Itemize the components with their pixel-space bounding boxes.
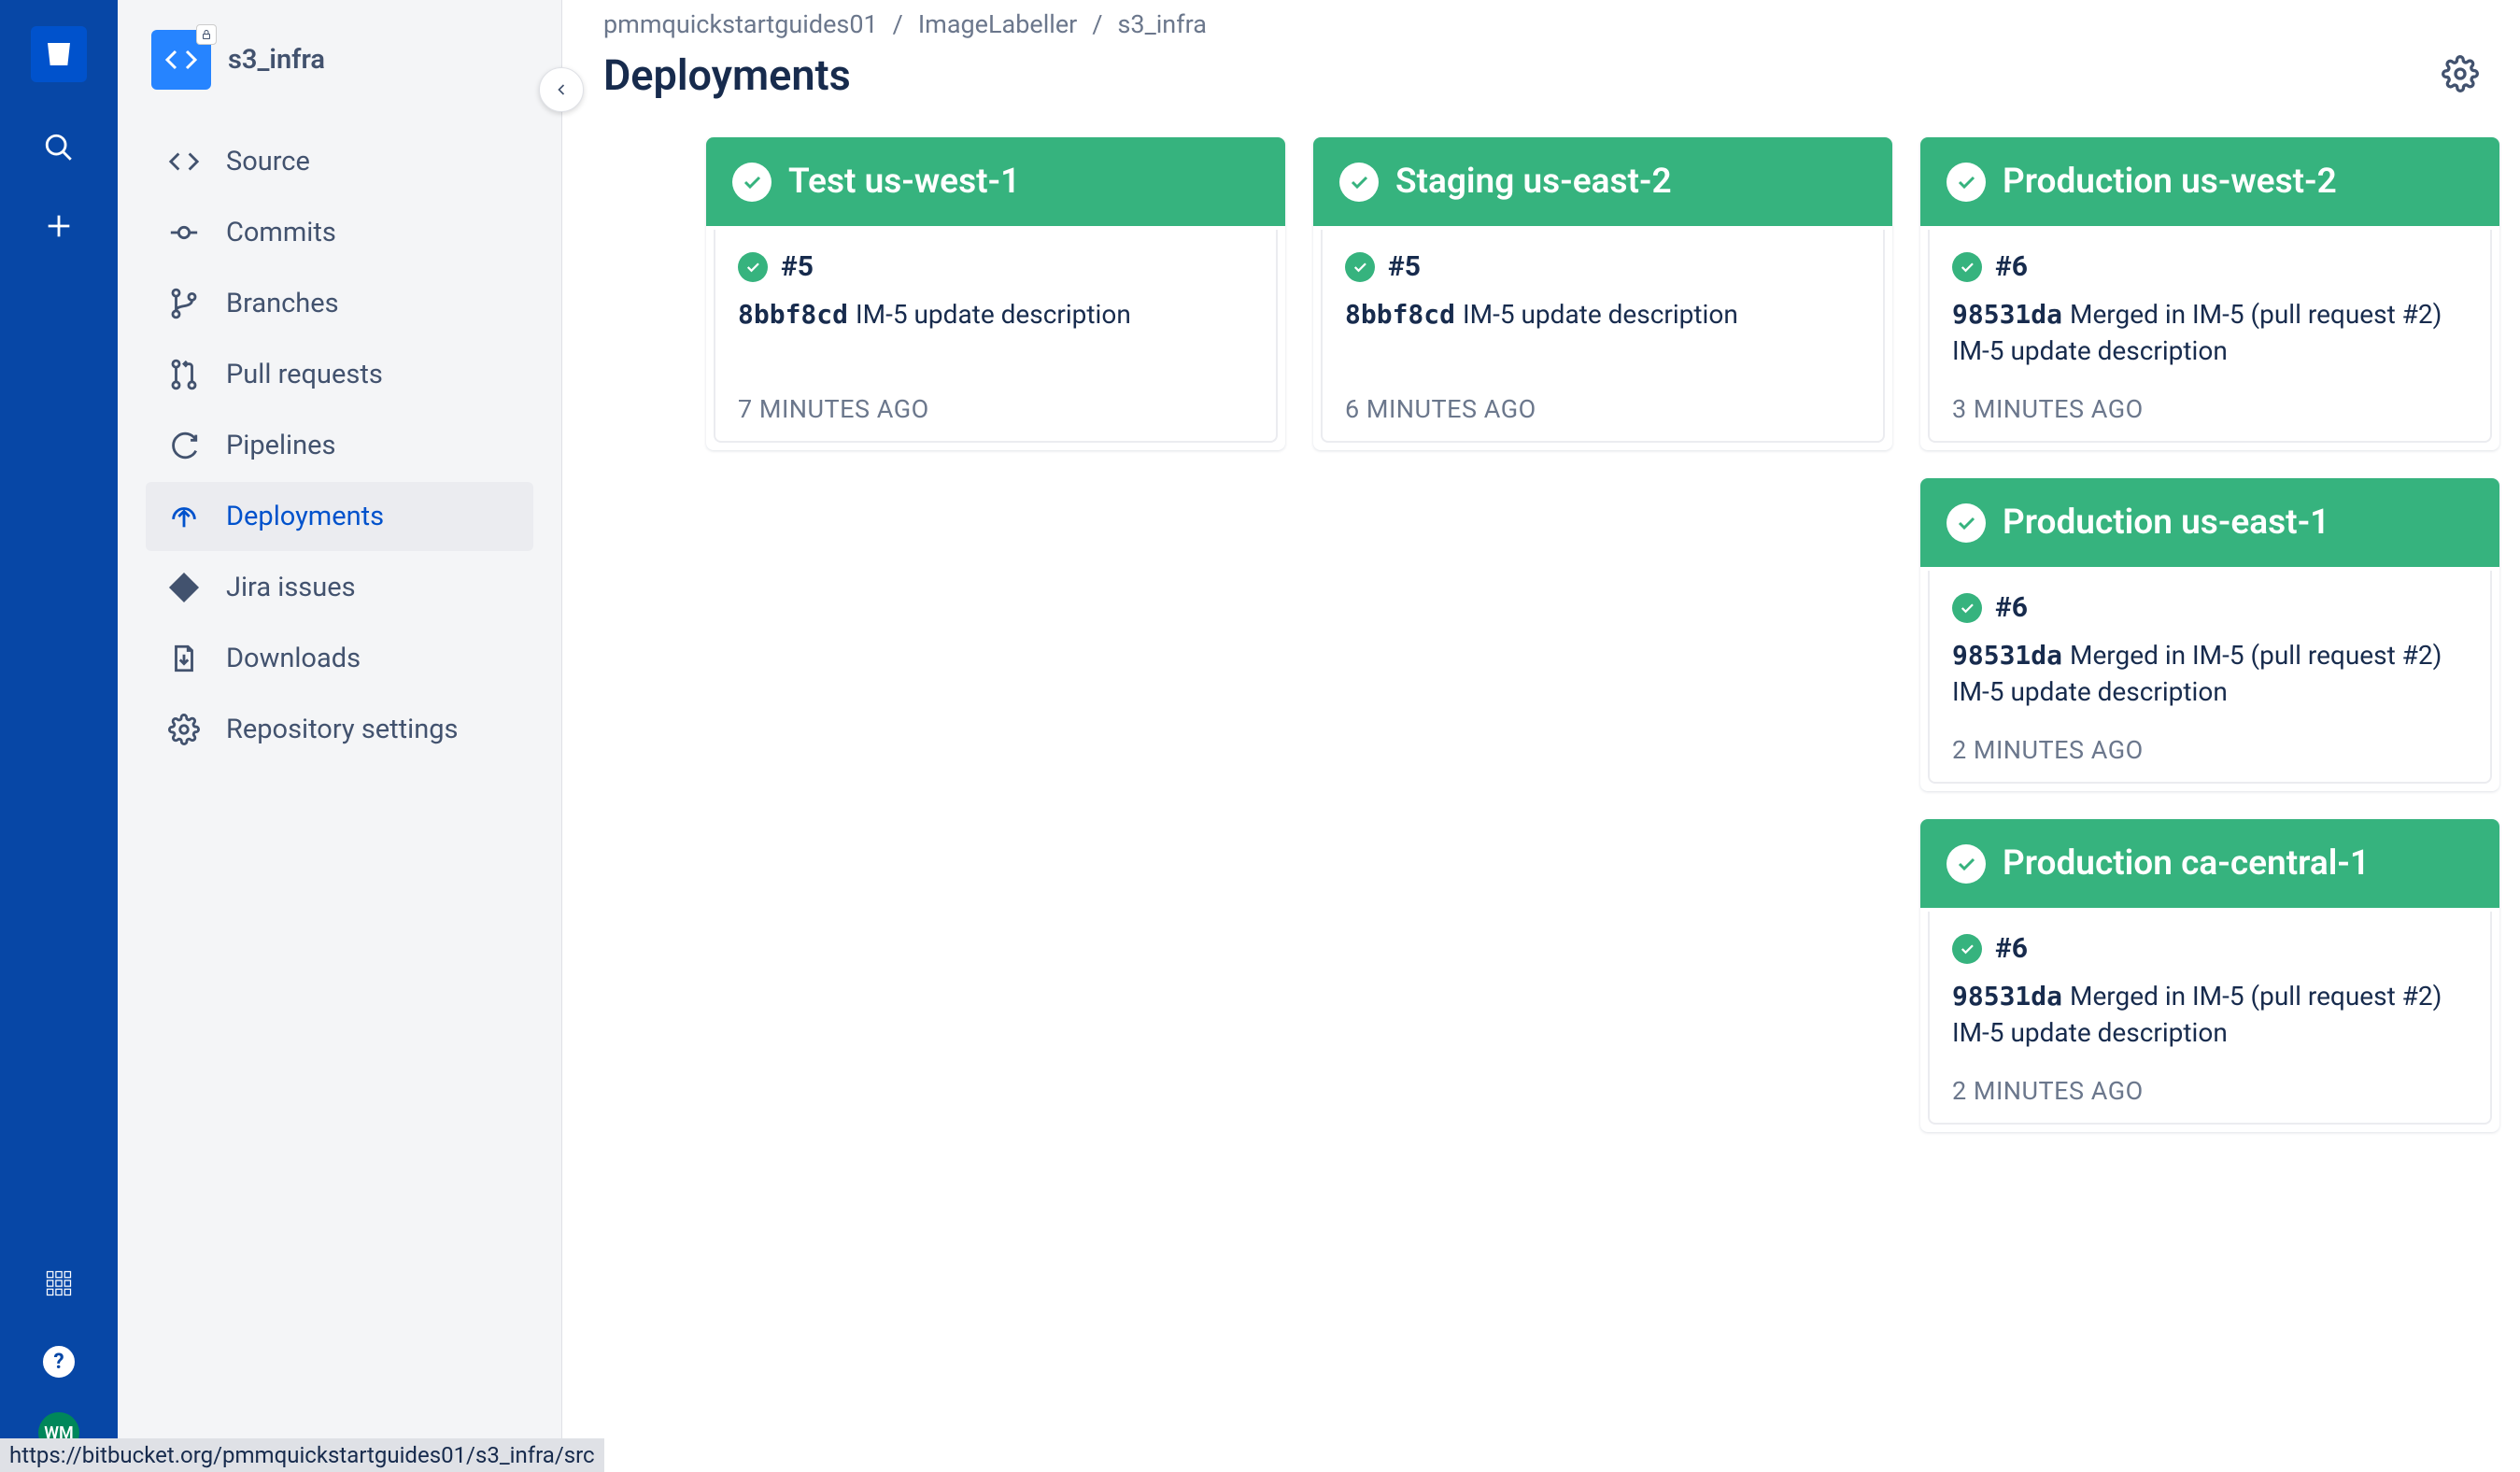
environment-name: Production us-west-2 bbox=[2003, 162, 2337, 202]
check-icon bbox=[1339, 163, 1379, 202]
deployment-body: #5 8bbf8cdIM-5 update description 7 MINUTE… bbox=[714, 230, 1278, 443]
global-nav: ? WM bbox=[0, 0, 118, 1472]
commit-message: 98531daMerged in IM-5 (pull request #2) … bbox=[1952, 296, 2468, 369]
commit-hash: 98531da bbox=[1952, 299, 2062, 330]
check-icon bbox=[1345, 252, 1375, 282]
check-icon bbox=[732, 163, 772, 202]
status-bar: https://bitbucket.org/pmmquickstartguide… bbox=[0, 1438, 604, 1472]
help-icon[interactable]: ? bbox=[31, 1334, 87, 1390]
repo-name: s3_infra bbox=[228, 44, 325, 76]
sidebar-item-pull-requests[interactable]: Pull requests bbox=[146, 340, 533, 409]
sidebar-item-label: Branches bbox=[226, 288, 339, 319]
breadcrumb-separator: / bbox=[1092, 9, 1102, 39]
deployment-number: #6 bbox=[1995, 250, 2028, 283]
environment-name: Staging us-east-2 bbox=[1395, 162, 1672, 202]
deployment-time: 2 MINUTES AGO bbox=[1952, 735, 2468, 782]
sidebar-item-commits[interactable]: Commits bbox=[146, 198, 533, 267]
deployment-number: #5 bbox=[1388, 250, 1421, 283]
environment-column: Production us-west-2 #6 98531daMerged in I… bbox=[1920, 137, 2499, 1132]
deployment-time: 3 MINUTES AGO bbox=[1952, 394, 2468, 441]
breadcrumb-item[interactable]: pmmquickstartguides01 bbox=[603, 9, 878, 39]
settings-button[interactable] bbox=[2442, 55, 2479, 96]
commit-hash: 8bbf8cd bbox=[1345, 299, 1455, 330]
sidebar-item-repository-settings[interactable]: Repository settings bbox=[146, 695, 533, 764]
deployment-time: 2 MINUTES AGO bbox=[1952, 1076, 2468, 1123]
commit-message: 98531daMerged in IM-5 (pull request #2) … bbox=[1952, 637, 2468, 710]
environment-column: Staging us-east-2 #5 8bbf8cdIM-5 update de… bbox=[1313, 137, 1892, 450]
environment-header: Test us-west-1 bbox=[706, 137, 1285, 226]
deployment-time: 7 MINUTES AGO bbox=[738, 394, 1253, 441]
deployment-time: 6 MINUTES AGO bbox=[1345, 394, 1861, 441]
check-icon bbox=[1947, 503, 1986, 543]
commit-hash: 98531da bbox=[1952, 981, 2062, 1012]
lock-icon bbox=[196, 24, 217, 45]
sidebar-item-source[interactable]: Source bbox=[146, 127, 533, 196]
commit-message: 8bbf8cdIM-5 update description bbox=[1345, 296, 1861, 333]
sidebar-item-pipelines[interactable]: Pipelines bbox=[146, 411, 533, 480]
breadcrumb-item[interactable]: s3_infra bbox=[1117, 9, 1206, 39]
sidebar-item-jira-issues[interactable]: Jira issues bbox=[146, 553, 533, 622]
environment-card[interactable]: Production us-west-2 #6 98531daMerged in I… bbox=[1920, 137, 2499, 450]
page-title: Deployments bbox=[603, 50, 851, 100]
svg-text:?: ? bbox=[53, 1349, 64, 1374]
environment-card[interactable]: Production us-east-1 #6 98531daMerged in I… bbox=[1920, 478, 2499, 791]
environment-name: Production ca-central-1 bbox=[2003, 843, 2370, 884]
deployment-body: #6 98531daMerged in IM-5 (pull request #2… bbox=[1928, 230, 2492, 443]
commit-message: 98531daMerged in IM-5 (pull request #2) … bbox=[1952, 978, 2468, 1051]
breadcrumb-separator: / bbox=[893, 9, 903, 39]
check-icon bbox=[1947, 163, 1986, 202]
breadcrumb-item[interactable]: ImageLabeller bbox=[918, 9, 1078, 39]
environment-header: Production us-west-2 bbox=[1920, 137, 2499, 226]
environment-name: Test us-west-1 bbox=[788, 162, 1020, 202]
environment-column: Test us-west-1 #5 8bbf8cdIM-5 update descr… bbox=[706, 137, 1285, 450]
main-content: pmmquickstartguides01 / ImageLabeller / s3_i… bbox=[562, 0, 2520, 1472]
sidebar-item-downloads[interactable]: Downloads bbox=[146, 624, 533, 693]
repo-header: s3_infra bbox=[146, 30, 533, 90]
commit-message: 8bbf8cdIM-5 update description bbox=[738, 296, 1253, 333]
check-icon bbox=[1952, 593, 1982, 623]
bitbucket-logo[interactable] bbox=[31, 26, 87, 82]
sidebar-item-branches[interactable]: Branches bbox=[146, 269, 533, 338]
deployment-number: #5 bbox=[781, 250, 814, 283]
breadcrumb: pmmquickstartguides01 / ImageLabeller / s3_i… bbox=[603, 9, 2479, 39]
environment-header: Production ca-central-1 bbox=[1920, 819, 2499, 908]
environment-card[interactable]: Test us-west-1 #5 8bbf8cdIM-5 update descr… bbox=[706, 137, 1285, 450]
environment-name: Production us-east-1 bbox=[2003, 502, 2329, 543]
create-icon[interactable] bbox=[31, 198, 87, 254]
check-icon bbox=[1947, 844, 1986, 884]
deployment-number: #6 bbox=[1995, 932, 2028, 965]
environment-header: Production us-east-1 bbox=[1920, 478, 2499, 567]
sidebar-item-label: Pull requests bbox=[226, 359, 383, 390]
sidebar: s3_infra Source Commits Branches Pull reque… bbox=[118, 0, 562, 1472]
environment-header: Staging us-east-2 bbox=[1313, 137, 1892, 226]
check-icon bbox=[1952, 252, 1982, 282]
sidebar-item-label: Deployments bbox=[226, 501, 384, 532]
sidebar-item-label: Downloads bbox=[226, 643, 361, 674]
sidebar-item-deployments[interactable]: Deployments bbox=[146, 482, 533, 551]
deployment-body: #5 8bbf8cdIM-5 update description 6 MINUTE… bbox=[1321, 230, 1885, 443]
commit-hash: 98531da bbox=[1952, 640, 2062, 671]
sidebar-item-label: Commits bbox=[226, 217, 336, 248]
deployment-number: #6 bbox=[1995, 591, 2028, 624]
environment-card[interactable]: Staging us-east-2 #5 8bbf8cdIM-5 update de… bbox=[1313, 137, 1892, 450]
environment-card[interactable]: Production ca-central-1 #6 98531daMerged i… bbox=[1920, 819, 2499, 1132]
deployment-body: #6 98531daMerged in IM-5 (pull request #2… bbox=[1928, 912, 2492, 1125]
deployment-body: #6 98531daMerged in IM-5 (pull request #2… bbox=[1928, 571, 2492, 784]
commit-hash: 8bbf8cd bbox=[738, 299, 848, 330]
deployment-grid: Test us-west-1 #5 8bbf8cdIM-5 update descr… bbox=[603, 137, 2479, 1132]
check-icon bbox=[1952, 934, 1982, 964]
apps-icon[interactable] bbox=[31, 1255, 87, 1311]
collapse-sidebar-button[interactable] bbox=[539, 67, 584, 112]
sidebar-item-label: Pipelines bbox=[226, 430, 335, 461]
sidebar-item-label: Source bbox=[226, 146, 310, 177]
search-icon[interactable] bbox=[31, 120, 87, 176]
sidebar-item-label: Repository settings bbox=[226, 714, 458, 745]
sidebar-item-label: Jira issues bbox=[226, 572, 356, 603]
check-icon bbox=[738, 252, 768, 282]
repo-icon bbox=[151, 30, 211, 90]
